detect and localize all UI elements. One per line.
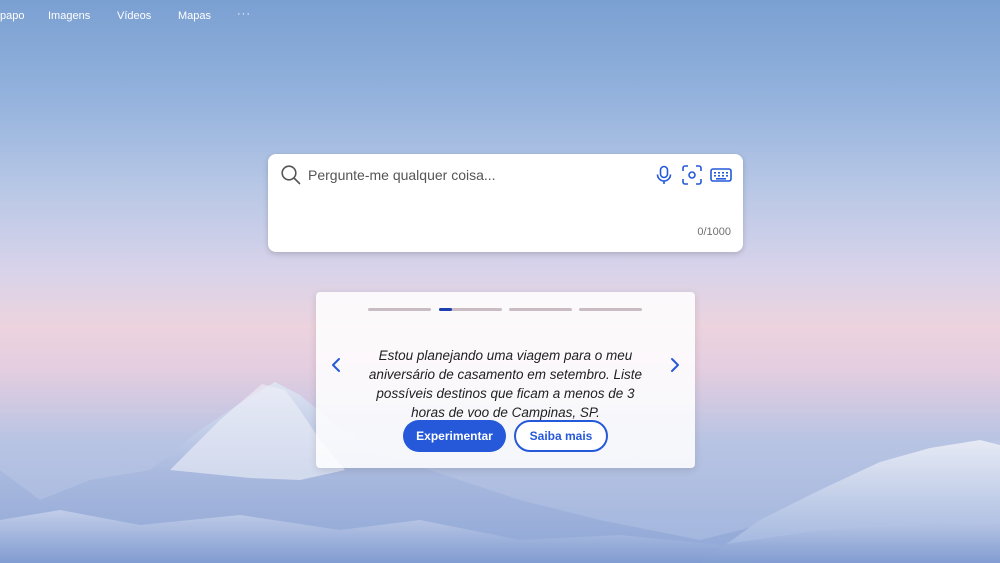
- nav-item-images[interactable]: Imagens: [48, 10, 90, 22]
- nav-item-videos[interactable]: Vídeos: [117, 10, 151, 22]
- learn-more-button[interactable]: Saiba mais: [514, 420, 608, 452]
- nav-item-maps[interactable]: Mapas: [178, 10, 211, 22]
- carousel-indicator-1[interactable]: [368, 308, 431, 311]
- carousel-indicator-3[interactable]: [509, 308, 572, 311]
- search-box: 0/1000: [268, 154, 743, 252]
- try-button[interactable]: Experimentar: [403, 420, 506, 452]
- more-menu-button[interactable]: ···: [237, 8, 251, 20]
- next-arrow-icon[interactable]: [667, 356, 683, 374]
- carousel-indicator-progress: [439, 308, 452, 311]
- carousel-indicator-4[interactable]: [579, 308, 642, 311]
- microphone-icon[interactable]: [653, 164, 675, 186]
- keyboard-icon[interactable]: [709, 164, 733, 186]
- search-input[interactable]: [306, 163, 640, 187]
- character-counter: 0/1000: [697, 226, 731, 238]
- carousel-indicator-2[interactable]: [439, 308, 502, 311]
- previous-arrow-icon[interactable]: [328, 356, 344, 374]
- nav-item-chat[interactable]: papo: [0, 10, 24, 22]
- background-landscape: [0, 382, 1000, 563]
- visual-search-icon[interactable]: [681, 164, 703, 186]
- search-icon: [281, 165, 301, 185]
- suggestion-card: Estou planejando uma viagem para o meu a…: [316, 292, 695, 468]
- suggestion-prompt: Estou planejando uma viagem para o meu a…: [368, 347, 643, 421]
